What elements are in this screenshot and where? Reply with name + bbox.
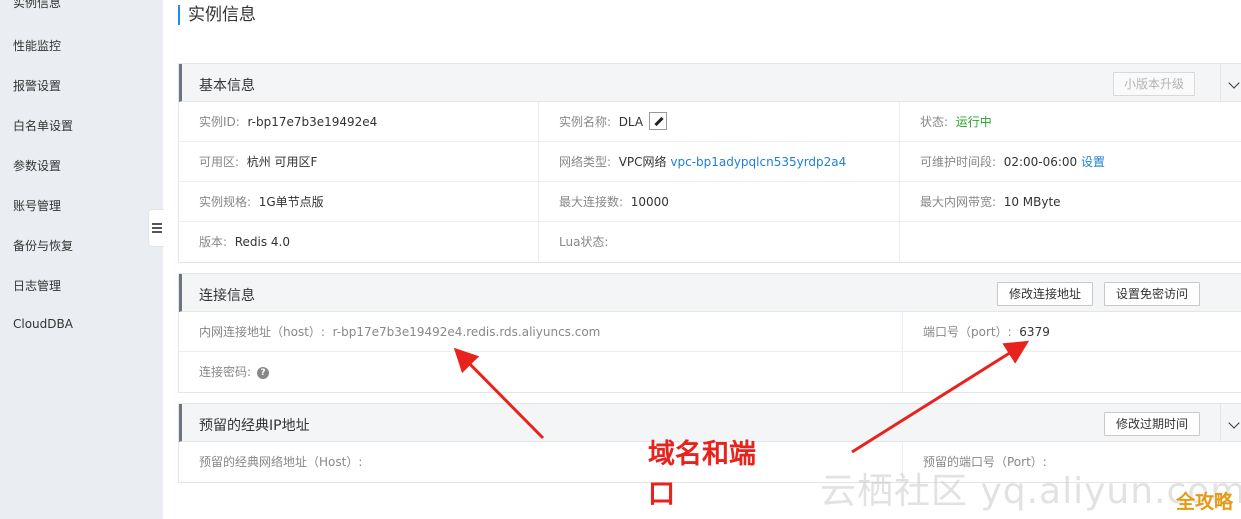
arrow-to-host: [453, 347, 545, 440]
watermark-logo: 全攻略: [1176, 491, 1234, 513]
arrow-to-port: [851, 340, 1030, 454]
annotation-line-2: 口: [648, 479, 675, 510]
annotation-label: 域名和端 口: [648, 435, 778, 515]
annotation-arrows: [453, 340, 1030, 454]
annotation-line-1: 域名和端: [648, 439, 756, 470]
